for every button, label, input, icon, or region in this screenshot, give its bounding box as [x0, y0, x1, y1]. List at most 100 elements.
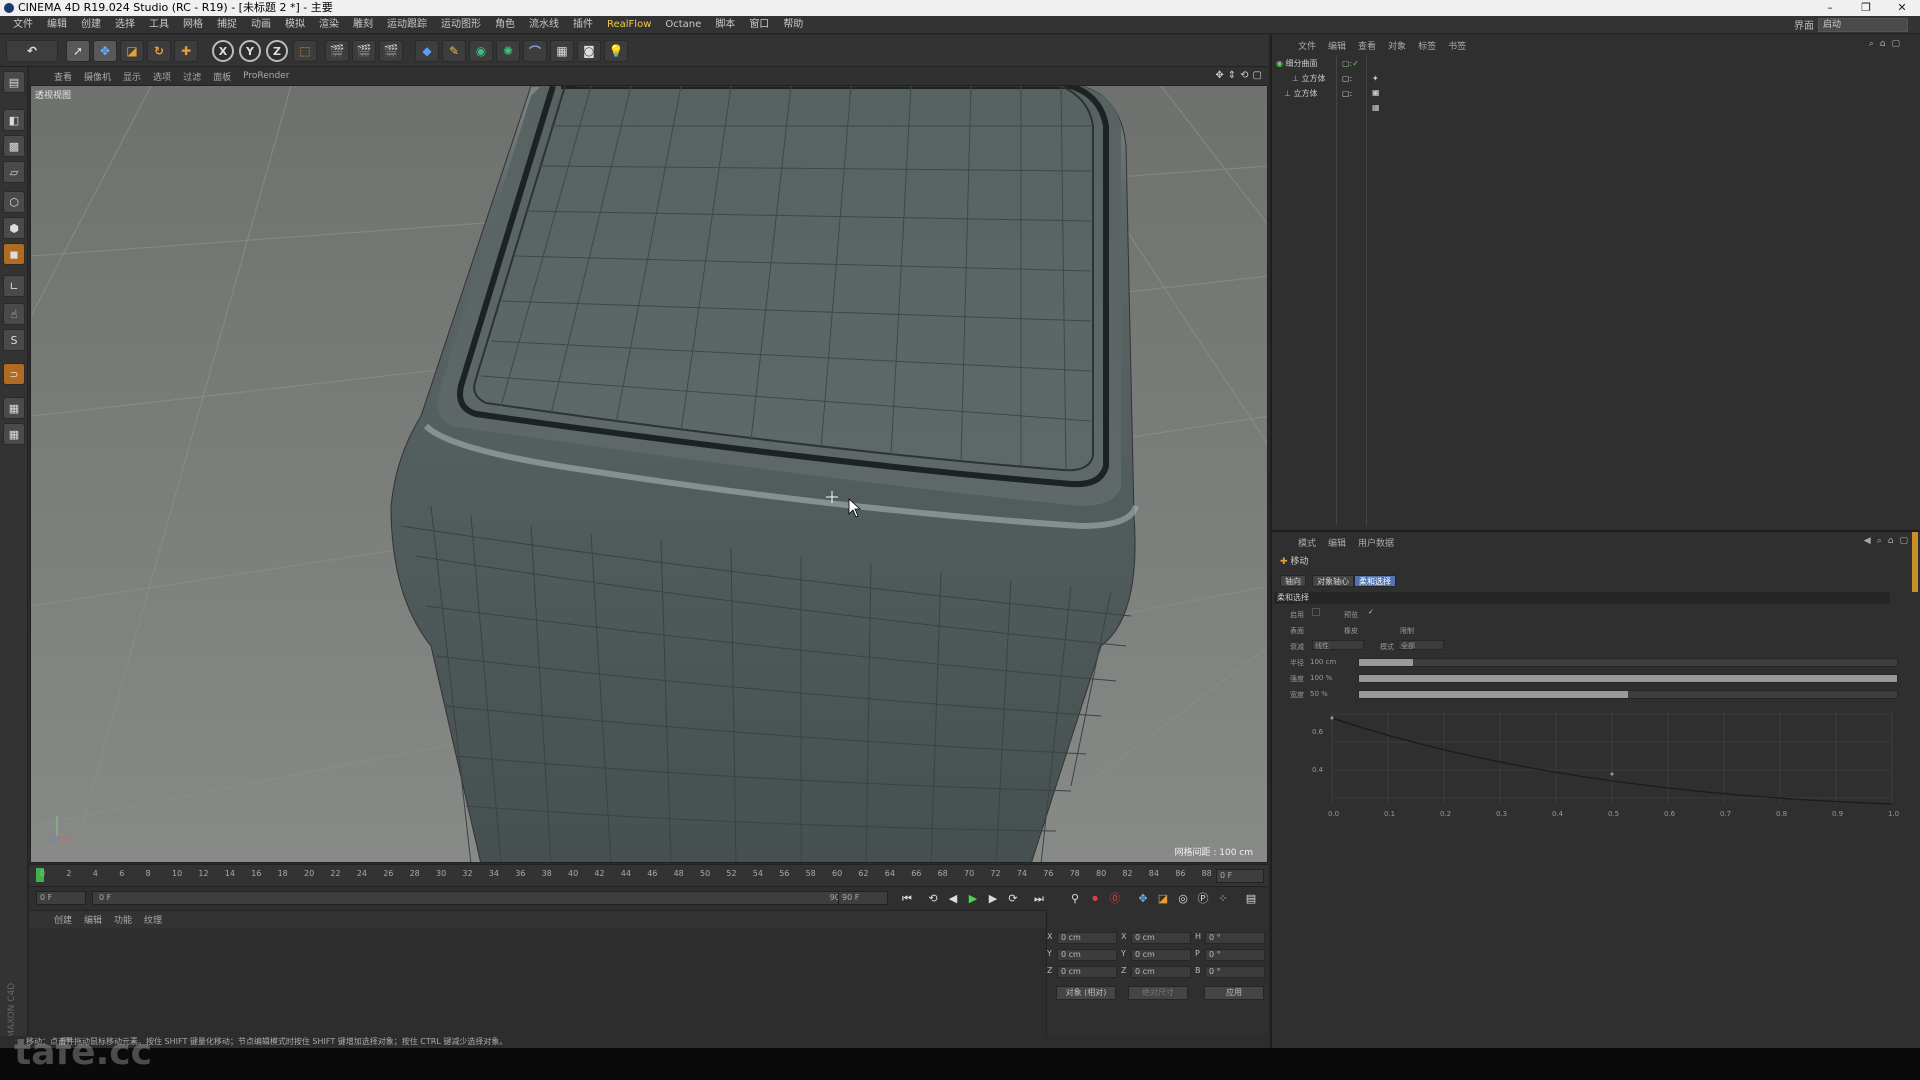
visibility-dots-icon[interactable]: ▢:	[1342, 87, 1352, 101]
key-scale-button[interactable]: ◪	[1154, 890, 1172, 908]
curve-knot[interactable]	[1610, 772, 1614, 776]
spline-pen-button[interactable]: ✎	[442, 40, 466, 62]
tab-soft-selection[interactable]: 柔和选择	[1354, 575, 1396, 587]
width-value[interactable]: 50 %	[1310, 690, 1328, 698]
menu-create[interactable]: 创建	[74, 16, 108, 34]
object-row-subdivision[interactable]: ◉ 细分曲面 ▢:✓	[1276, 57, 1359, 71]
cube-object-button[interactable]: ◆	[415, 40, 439, 62]
viewport-menu-display[interactable]: 显示	[117, 70, 147, 83]
attr-back-icon[interactable]: ◀	[1864, 536, 1871, 546]
menu-help[interactable]: 帮助	[776, 16, 810, 34]
preview-range-slider[interactable]: 0 F 90 F	[92, 891, 862, 905]
object-expand-icon[interactable]: ▢	[1891, 39, 1900, 49]
restore-button[interactable]: ❐	[1848, 0, 1884, 16]
menu-mesh[interactable]: 网格	[176, 16, 210, 34]
material-manager-area[interactable]	[30, 928, 1046, 1046]
viewport-menu-options[interactable]: 选项	[147, 70, 177, 83]
viewport-zoom-icon[interactable]: ⇕	[1228, 70, 1236, 81]
object-row-cube-2[interactable]: ⊥ 立方体 ▢: ✦ ▦	[1284, 87, 1380, 112]
object-menu-bookmarks[interactable]: 书签	[1442, 39, 1472, 53]
polygons-mode-button[interactable]: ◼	[3, 243, 25, 265]
menu-animate[interactable]: 动画	[244, 16, 278, 34]
attr-search-icon[interactable]: ⌕	[1877, 536, 1882, 546]
next-frame-button[interactable]: ▶	[984, 890, 1002, 908]
radius-slider[interactable]	[1358, 658, 1898, 667]
apply-button[interactable]: 应用	[1204, 986, 1264, 1000]
viewport-menu-prorender[interactable]: ProRender	[237, 71, 295, 81]
attr-menu-userdata[interactable]: 用户数据	[1352, 536, 1400, 549]
current-frame-field[interactable]: 0 F	[1216, 869, 1264, 883]
mode-select[interactable]: 全部	[1398, 640, 1444, 650]
size-z-field[interactable]: 0 cm	[1131, 966, 1191, 978]
solo-button[interactable]: S	[3, 329, 25, 351]
menu-sculpt[interactable]: 雕刻	[346, 16, 380, 34]
material-menu-create[interactable]: 创建	[48, 913, 78, 926]
go-to-start-button[interactable]: ⏮	[898, 890, 916, 908]
enable-checkbox[interactable]	[1312, 608, 1320, 616]
light-button[interactable]: 💡	[604, 40, 628, 62]
object-row-cube-1[interactable]: ⊥ 立方体 ▢: ✦ ▦	[1292, 72, 1380, 97]
menu-snap[interactable]: 捕捉	[210, 16, 244, 34]
menu-select[interactable]: 选择	[108, 16, 142, 34]
menu-file[interactable]: 文件	[6, 16, 40, 34]
rotation-p-field[interactable]: 0 °	[1205, 949, 1265, 961]
deformer-button[interactable]: ⌒	[523, 40, 547, 62]
size-x-field[interactable]: 0 cm	[1131, 932, 1191, 944]
axis-mode-button[interactable]: ∟	[3, 275, 25, 297]
viewport-menu-filter[interactable]: 过滤	[177, 70, 207, 83]
object-menu-tags[interactable]: 标签	[1412, 39, 1442, 53]
object-menu-objects[interactable]: 对象	[1382, 39, 1412, 53]
attribute-side-tab[interactable]	[1912, 532, 1918, 592]
curve-knot[interactable]	[1330, 716, 1334, 720]
next-key-button[interactable]: ⟳	[1004, 890, 1022, 908]
key-pla-button[interactable]: ⁘	[1214, 890, 1232, 908]
render-view-button[interactable]: 🎬	[325, 40, 349, 62]
tab-axis[interactable]: 轴向	[1280, 575, 1306, 587]
snap-button[interactable]: ⊃	[3, 363, 25, 385]
edges-mode-button[interactable]: ⬢	[3, 217, 25, 239]
subdivision-surface-button[interactable]: ◉	[469, 40, 493, 62]
viewport-menu-panel[interactable]: 面板	[207, 70, 237, 83]
position-z-field[interactable]: 0 cm	[1057, 966, 1117, 978]
render-picture-viewer-button[interactable]: 🎬	[352, 40, 376, 62]
menu-render[interactable]: 渲染	[312, 16, 346, 34]
interface-layout-select[interactable]: 启动	[1818, 17, 1908, 32]
points-mode-button[interactable]: ⬡	[3, 191, 25, 213]
radius-value[interactable]: 100 cm	[1310, 658, 1336, 666]
object-home-icon[interactable]: ⌂	[1880, 39, 1886, 49]
rotation-h-field[interactable]: 0 °	[1205, 932, 1265, 944]
rotation-b-field[interactable]: 0 °	[1205, 966, 1265, 978]
menu-window[interactable]: 窗口	[742, 16, 776, 34]
material-menu-texture[interactable]: 纹理	[138, 913, 168, 926]
move-tool-button[interactable]: ✥	[93, 40, 117, 62]
scale-tool-button[interactable]: ◪	[120, 40, 144, 62]
object-menu-edit[interactable]: 编辑	[1322, 39, 1352, 53]
key-position-button[interactable]: ✥	[1134, 890, 1152, 908]
phong-tag-icon[interactable]: ✦ ▦	[1372, 87, 1380, 115]
start-frame-field[interactable]: 0 F	[36, 891, 86, 905]
menu-plugins[interactable]: 插件	[566, 16, 600, 34]
timeline-menu-button[interactable]: ▤	[1242, 890, 1260, 908]
menu-realflow[interactable]: RealFlow	[600, 16, 658, 34]
texture-mode-button[interactable]: ▩	[3, 135, 25, 157]
record-active-button[interactable]: ⏺	[1086, 890, 1104, 908]
tab-object-axis[interactable]: 对象轴心	[1312, 575, 1354, 587]
key-rotation-button[interactable]: ◎	[1174, 890, 1192, 908]
menu-pipeline[interactable]: 流水线	[522, 16, 566, 34]
attr-expand-icon[interactable]: ▢	[1899, 536, 1908, 546]
workplane-mode-button[interactable]: ▱	[3, 161, 25, 183]
go-to-end-button[interactable]: ⏭	[1030, 890, 1048, 908]
autokey-button[interactable]: ⓪	[1106, 890, 1124, 908]
viewport-menu-cameras[interactable]: 摄像机	[78, 70, 117, 83]
attr-menu-mode[interactable]: 模式	[1292, 536, 1322, 549]
camera-button[interactable]: ◙	[577, 40, 601, 62]
falloff-curve-graph[interactable]: 0.6 0.4 0.0 0.1 0.2 0.3 0.4 0.5 0.6 0.7 0.8 0.9 1.…	[1302, 712, 1902, 822]
prev-frame-button[interactable]: ◀	[944, 890, 962, 908]
strength-value[interactable]: 100 %	[1310, 674, 1332, 682]
size-y-field[interactable]: 0 cm	[1131, 949, 1191, 961]
select-tool-button[interactable]: ➚	[66, 40, 90, 62]
recent-tool-button[interactable]: ✚	[174, 40, 198, 62]
coordinate-mode-select[interactable]: 对象 (相对)	[1056, 986, 1116, 1000]
timeline-ruler[interactable]: 0 2 4 6 8 10 12 14 16 18 20 22 24 26 28 30 32 34 36 38 40 42 4…	[30, 864, 1268, 886]
material-menu-edit[interactable]: 编辑	[78, 913, 108, 926]
